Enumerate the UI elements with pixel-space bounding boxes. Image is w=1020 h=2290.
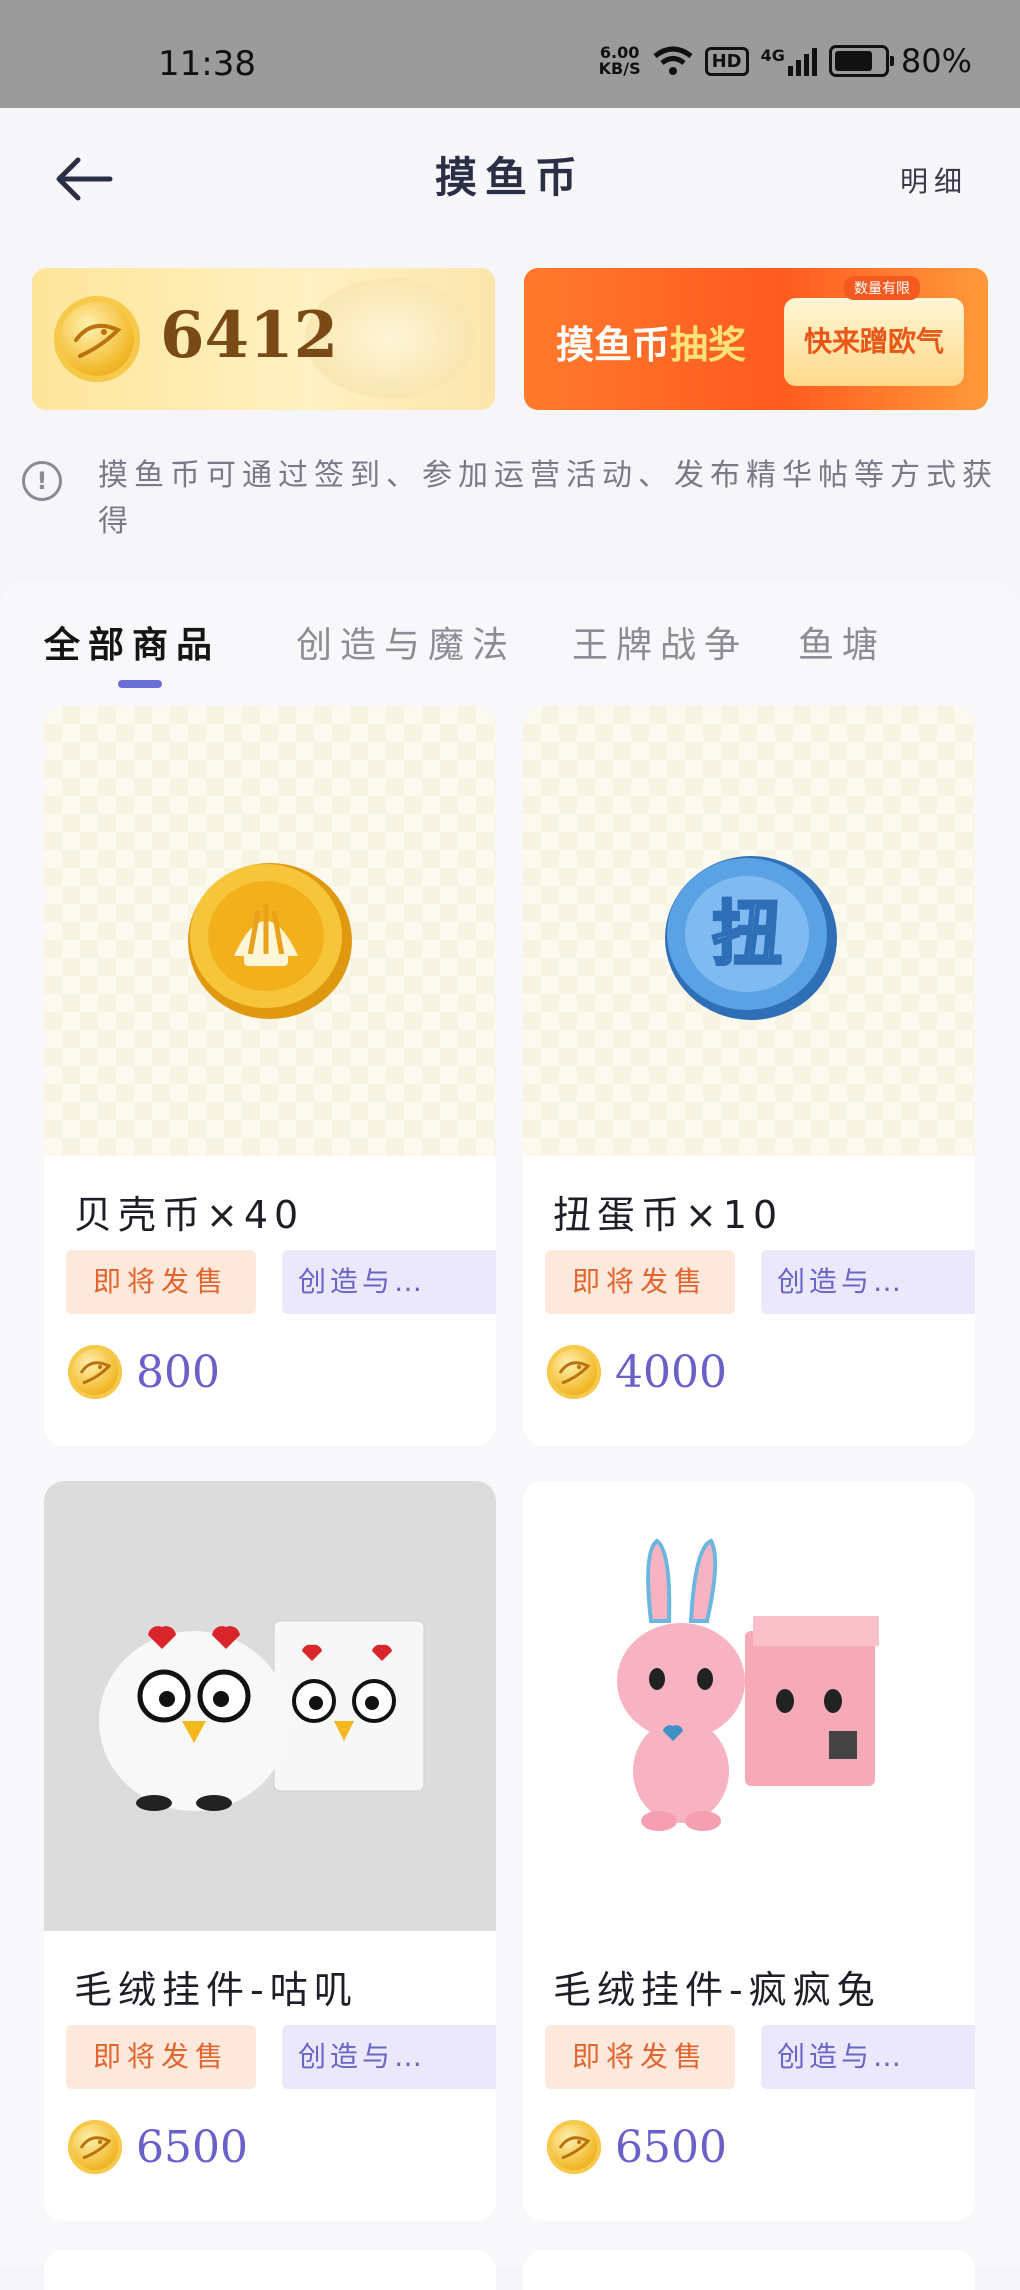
price-row: 800 — [68, 1342, 220, 1402]
product-name: 贝壳币×40 — [74, 1193, 305, 1237]
coin-info-text: 摸鱼币可通过签到、参加运营活动、发布精华帖等方式获得 — [98, 458, 998, 539]
battery-icon — [828, 45, 894, 77]
product-price: 800 — [136, 1346, 220, 1398]
fish-coin-icon — [68, 2120, 122, 2174]
coin-balance: 6412 — [160, 298, 339, 373]
product-price: 6500 — [136, 2121, 248, 2173]
fish-coin-icon — [547, 1345, 601, 1399]
category-tag: 创造与… — [282, 1250, 496, 1314]
product-card[interactable]: 毛绒挂件-疯疯兔 即将发售 创造与… 6500 — [523, 1481, 975, 2221]
lottery-banner[interactable]: 摸鱼币抽奖 快来蹭欧气 数量有限 — [524, 268, 988, 410]
page-title: 摸鱼币 — [434, 153, 585, 202]
coin-balance-card: 6412 — [32, 268, 495, 410]
lottery-cta: 快来蹭欧气 — [784, 298, 964, 386]
lottery-title-highlight: 抽奖 — [670, 323, 747, 367]
price-row: 4000 — [547, 1342, 727, 1402]
product-image: 扭 — [523, 706, 975, 1156]
status-time: 11:38 — [158, 44, 256, 84]
next-product-card-peek — [523, 2250, 975, 2290]
next-product-card-peek — [44, 2250, 496, 2290]
tab-all-products[interactable]: 全部商品 — [44, 616, 220, 668]
product-name: 毛绒挂件-咕叽 — [74, 1968, 358, 2012]
category-tag: 创造与… — [761, 2025, 975, 2089]
battery-percent: 80% — [900, 42, 972, 80]
sale-status-tag: 即将发售 — [545, 1250, 735, 1314]
fish-coin-icon — [54, 296, 140, 382]
product-image — [44, 706, 496, 1156]
product-price: 4000 — [615, 1346, 727, 1398]
limited-quantity-badge: 数量有限 — [844, 276, 920, 300]
network-type-label: 4G — [760, 46, 785, 65]
hd-badge: HD — [704, 46, 749, 76]
lottery-title-prefix: 摸鱼币 — [556, 323, 671, 367]
category-tag: 创造与… — [282, 2025, 496, 2089]
lottery-title: 摸鱼币抽奖 — [556, 314, 746, 369]
fish-coin-icon — [547, 2120, 601, 2174]
tab-creation-magic[interactable]: 创造与魔法 — [296, 616, 516, 668]
product-name: 扭蛋币×10 — [553, 1193, 784, 1237]
product-card[interactable]: 毛绒挂件-咕叽 即将发售 创造与… 6500 — [44, 1481, 496, 2221]
network-speed-unit: KB/S — [598, 59, 641, 78]
fish-coin-icon — [68, 1345, 122, 1399]
product-card[interactable]: 贝壳币×40 即将发售 创造与… 800 — [44, 706, 496, 1446]
tab-indicator — [118, 680, 162, 688]
product-price: 6500 — [615, 2121, 727, 2173]
category-tag: 创造与… — [761, 1250, 975, 1314]
gacha-coin-icon: 扭 — [665, 856, 837, 1020]
details-link[interactable]: 明细 — [900, 160, 968, 200]
price-row: 6500 — [547, 2117, 727, 2177]
product-image — [44, 1481, 496, 1931]
price-row: 6500 — [68, 2117, 248, 2177]
shell-coin-icon — [188, 863, 352, 1019]
status-bar: 11:38 6.00 KB/S HD 4G 80% — [0, 0, 1020, 108]
page-header: 摸鱼币 明细 — [0, 108, 1020, 258]
signal-icon: 4G — [761, 46, 817, 76]
svg-text:扭: 扭 — [712, 893, 782, 975]
plush-chicken-image — [99, 1620, 425, 1811]
status-icons: 6.00 KB/S HD 4G 80% — [599, 42, 972, 80]
info-icon: ! — [22, 461, 62, 501]
product-name: 毛绒挂件-疯疯兔 — [553, 1968, 881, 2012]
sale-status-tag: 即将发售 — [66, 2025, 256, 2089]
coin-info: ! 摸鱼币可通过签到、参加运营活动、发布精华帖等方式获得 — [22, 425, 1002, 539]
tab-trump-war[interactable]: 王牌战争 — [572, 616, 748, 668]
product-image — [523, 1481, 975, 1931]
tab-fish-pond[interactable]: 鱼塘 — [798, 616, 886, 668]
sale-status-tag: 即将发售 — [66, 1250, 256, 1314]
plush-rabbit-image — [617, 1538, 879, 1831]
network-speed: 6.00 KB/S — [599, 45, 641, 77]
wifi-icon — [653, 46, 693, 75]
sale-status-tag: 即将发售 — [545, 2025, 735, 2089]
product-card[interactable]: 扭 扭蛋币×10 即将发售 创造与… 4000 — [523, 706, 975, 1446]
